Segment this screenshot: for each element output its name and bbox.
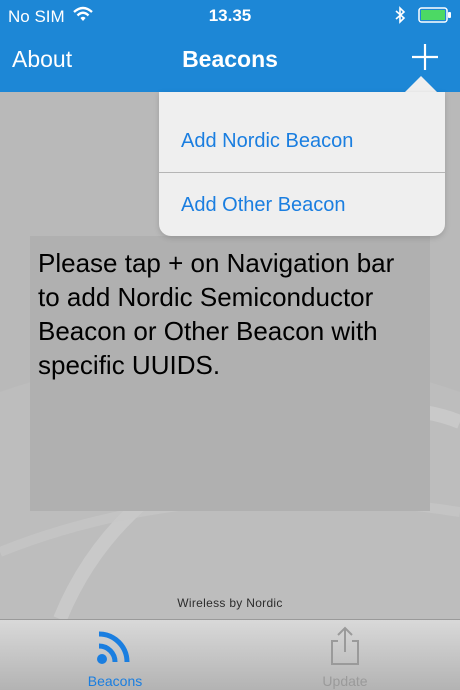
battery-icon — [418, 7, 452, 28]
share-upload-icon — [331, 626, 359, 665]
header: No SIM 13.35 About Beacons — [0, 0, 460, 92]
tab-beacons[interactable]: Beacons — [0, 620, 230, 690]
tab-update[interactable]: Update — [230, 620, 460, 690]
empty-state-panel: Please tap + on Navigation bar to add No… — [30, 236, 430, 511]
menu-item-add-other-beacon[interactable]: Add Other Beacon — [159, 174, 445, 236]
navigation-bar: About Beacons — [0, 32, 460, 92]
add-beacon-button[interactable] — [410, 42, 440, 72]
menu-item-add-nordic-beacon[interactable]: Add Nordic Beacon — [159, 110, 445, 172]
app-screen: No SIM 13.35 About Beacons Please tap + … — [0, 0, 460, 690]
beacon-signal-icon — [97, 631, 130, 664]
status-bar: No SIM 13.35 — [0, 0, 460, 32]
tab-beacons-label: Beacons — [87, 673, 143, 689]
page-title: Beacons — [182, 46, 278, 72]
add-beacon-menu: Add Nordic Beacon Add Other Beacon — [159, 92, 445, 236]
empty-state-message: Please tap + on Navigation bar to add No… — [38, 248, 395, 380]
tab-update-label: Update — [322, 673, 368, 689]
status-right — [394, 6, 452, 29]
plus-icon — [412, 44, 438, 70]
brand-footer: Wireless by Nordic — [177, 596, 283, 610]
tab-bar: Beacons Update — [0, 619, 460, 690]
menu-divider — [159, 172, 445, 173]
bluetooth-icon — [394, 6, 406, 29]
clock: 13.35 — [208, 6, 252, 25]
